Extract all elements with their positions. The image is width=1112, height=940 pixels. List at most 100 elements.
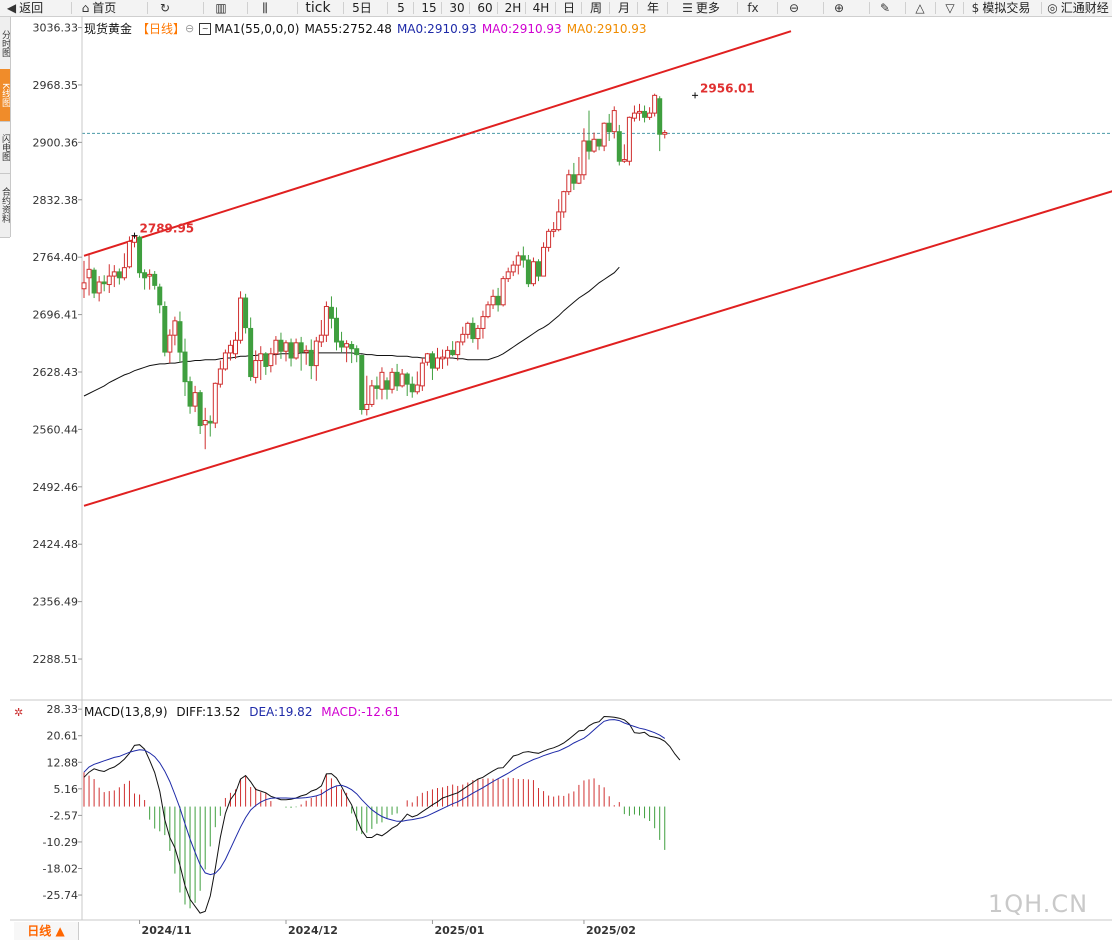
candle-body-up <box>576 174 582 184</box>
candle-body-down <box>288 342 294 359</box>
candle-body-up <box>273 339 279 355</box>
candle-body-down <box>616 131 622 162</box>
candle-body-down <box>197 392 203 427</box>
candle-body-up <box>283 342 289 352</box>
candle-body-up <box>480 316 486 329</box>
candle-body-up <box>601 122 607 147</box>
candle-body-up <box>399 373 405 387</box>
diff-label: DIFF:13.52 <box>176 705 241 719</box>
candle-body-down <box>101 281 107 285</box>
candle-body-up <box>445 349 451 359</box>
candle-body-up <box>551 229 557 232</box>
candle-body-up <box>652 94 658 114</box>
price-tick-label: 3036.33 <box>33 22 79 35</box>
channel-trendline <box>83 190 1112 507</box>
price-annotation: 2789.95 <box>140 222 195 236</box>
candle-body-up <box>258 353 264 362</box>
candle-body-up <box>323 305 329 336</box>
candle-body-up <box>106 275 112 286</box>
price-tick-label: 2968.35 <box>33 79 79 92</box>
candle-body-down <box>157 286 163 306</box>
date-tick-label: 2025/02 <box>586 924 636 937</box>
period-tab-daily[interactable]: 日线 ▲ <box>14 922 79 940</box>
main-legend: 现货黄金 【日线】 ⊖ ~ MA1(55,0,0,0) MA55:2752.48… <box>84 21 652 37</box>
price-tick-label: 2560.44 <box>33 423 79 436</box>
candle-body-up <box>364 403 370 411</box>
dea-label: DEA:19.82 <box>249 705 313 719</box>
candle-body-up <box>217 368 223 385</box>
channel-layer <box>83 30 1112 507</box>
candle-body-up <box>268 353 274 367</box>
candle-body-up <box>233 339 238 355</box>
candle-body-up <box>662 132 668 135</box>
chart-canvas[interactable]: 3036.33 2968.35 2900.36 2832.38 2764.40 2696.… <box>0 0 1112 940</box>
ma0-label-a: MA0:2910.93 <box>396 22 477 36</box>
candle-body-up <box>344 343 350 348</box>
candle-body-down <box>429 353 435 369</box>
candles-layer <box>81 93 668 450</box>
candle-body-up <box>111 271 117 277</box>
candle-body-up <box>167 334 173 353</box>
candle-body-up <box>389 371 395 390</box>
macd-tick-label: -18.02 <box>43 863 78 876</box>
candle-body-down <box>152 273 158 286</box>
candle-body-up <box>541 246 547 277</box>
price-tick-label: 2492.46 <box>33 481 79 494</box>
axes-layer: 3036.33 2968.35 2900.36 2832.38 2764.40 2696.… <box>10 16 1112 937</box>
candle-body-up <box>647 112 653 118</box>
candle-body-up <box>227 344 233 354</box>
macd-tick-label: 28.33 <box>47 703 79 716</box>
macd-tick-label: 12.88 <box>47 756 79 769</box>
candle-body-up <box>147 273 153 277</box>
price-tick-label: 2832.38 <box>33 194 79 207</box>
candle-body-down <box>642 110 648 118</box>
ma55-label: MA55:2752.48 <box>304 22 392 36</box>
candle-body-up <box>86 268 92 279</box>
macd-legend: MACD(13,8,9) DIFF:13.52 DEA:19.82 MACD:-… <box>84 704 405 720</box>
candle-body-down <box>248 327 254 378</box>
candle-body-down <box>404 373 410 385</box>
price-annotation: 2956.01 <box>700 81 755 95</box>
candle-body-up <box>238 297 244 341</box>
date-tick-label: 2025/01 <box>434 924 484 937</box>
period-label[interactable]: 【日线】 <box>137 21 185 37</box>
candle-body-up <box>293 342 299 359</box>
candle-body-down <box>586 140 592 152</box>
candle-body-down <box>495 295 501 306</box>
candle-body-down <box>339 340 345 348</box>
candle-body-up <box>460 333 466 343</box>
price-tick-label: 2696.41 <box>33 309 79 322</box>
macd-layer <box>83 715 681 914</box>
macd-value-label: MACD:-12.61 <box>321 705 400 719</box>
ma1-label: MA1(55,0,0,0) <box>214 22 300 36</box>
macd-tick-label: -25.74 <box>43 889 78 902</box>
candle-body-up <box>253 360 259 378</box>
macd-settings-icon[interactable]: ✲ <box>14 706 23 719</box>
candle-body-down <box>137 236 143 274</box>
candle-body-down <box>263 353 269 367</box>
candle-body-up <box>485 304 491 318</box>
candle-body-down <box>571 174 577 184</box>
candle-body-down <box>182 351 188 383</box>
candle-body-down <box>334 317 339 343</box>
candle-body-up <box>222 352 228 370</box>
candle-body-down <box>394 371 400 387</box>
indicator-icon[interactable]: ~ <box>199 23 212 35</box>
candle-body-down <box>525 259 531 285</box>
candle-body-up <box>475 327 481 340</box>
candle-body-up <box>621 159 627 162</box>
candle-body-up <box>561 191 567 213</box>
candle-body-down <box>162 305 168 353</box>
candle-body-up <box>505 271 511 280</box>
candle-body-up <box>121 267 127 279</box>
settings-icon[interactable]: ⊖ <box>185 21 194 37</box>
candle-body-up <box>369 385 375 405</box>
candle-body-up <box>591 138 597 152</box>
macd-tick-label: 5.16 <box>54 783 79 796</box>
candle-body-up <box>637 110 642 114</box>
candle-body-down <box>374 385 380 389</box>
candle-body-down <box>328 306 334 319</box>
candle-body-up <box>546 230 552 248</box>
ma0-label-c: MA0:2910.93 <box>566 22 647 36</box>
candle-body-down <box>354 348 360 356</box>
